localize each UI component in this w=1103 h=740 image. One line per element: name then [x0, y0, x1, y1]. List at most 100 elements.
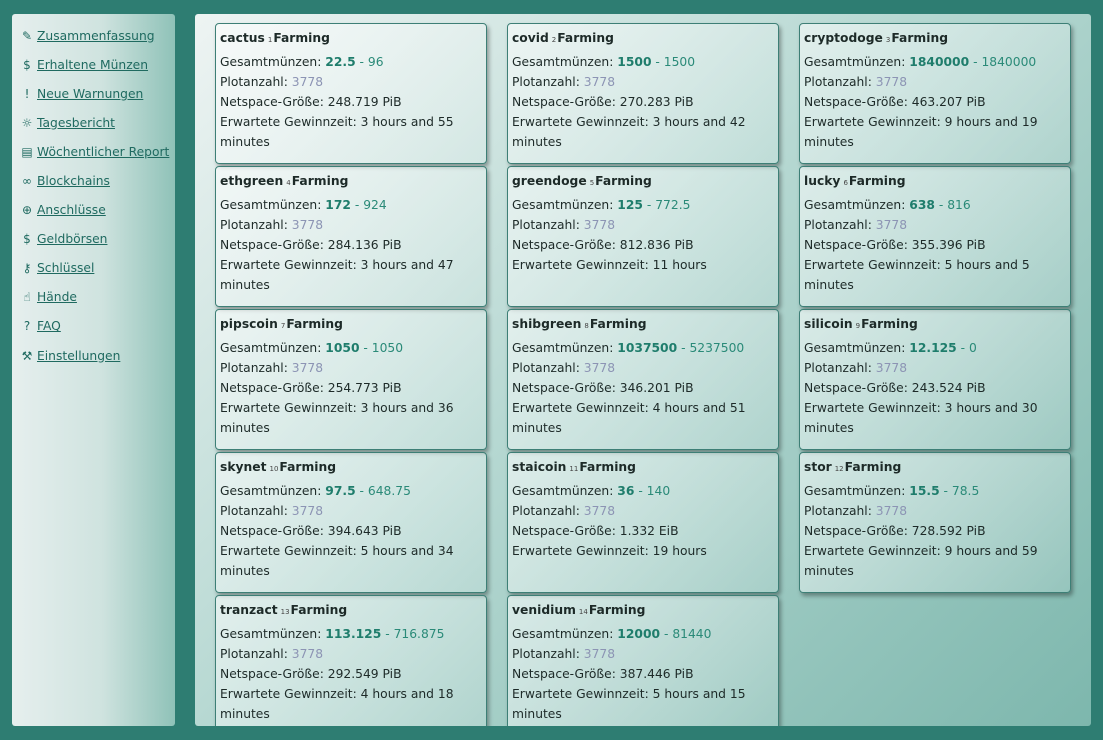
blockchain-name[interactable]: lucky: [804, 174, 840, 188]
netspace-label: Netspace-Größe:: [804, 524, 908, 538]
blockchain-card: cactus 1Farming Gesamtmünzen: 22.5 - 96 Plo…: [215, 23, 487, 164]
netspace-value: 728.592 PiB: [911, 524, 986, 538]
expected-win-time-label: Erwartete Gewinnzeit:: [220, 401, 357, 415]
plot-count-label: Plotanzahl:: [220, 218, 288, 232]
netspace-label: Netspace-Größe:: [512, 667, 616, 681]
alert-icon: !: [24, 86, 30, 101]
card-header: silicoin 9Farming: [804, 316, 1066, 334]
netspace-value: 394.643 PiB: [327, 524, 402, 538]
sidebar-item-neue-warnungen[interactable]: ! Neue Warnungen: [12, 79, 175, 108]
sidebar-item-wöchentlicher-report[interactable]: ▤ Wöchentlicher Report: [12, 137, 175, 166]
blockchain-index: 11: [569, 465, 579, 473]
expected-win-time-label: Erwartete Gewinnzeit:: [220, 115, 357, 129]
netspace-row: Netspace-Größe: 355.396 PiB: [804, 235, 1066, 255]
farming-status: Farming: [557, 31, 614, 45]
card-header: covid 2Farming: [512, 30, 774, 48]
expected-win-time-label: Erwartete Gewinnzeit:: [512, 687, 649, 701]
coins-separator: -: [651, 55, 664, 69]
expected-win-time-row: Erwartete Gewinnzeit: 9 hours and 19 min…: [804, 112, 1066, 152]
blockchain-name[interactable]: cactus: [220, 31, 265, 45]
blockchain-name[interactable]: venidium: [512, 603, 576, 617]
sidebar-item-erhaltene-münzen[interactable]: $ Erhaltene Münzen: [12, 50, 175, 79]
plot-count-value: 3778: [875, 504, 908, 518]
sidebar-item-geldbörsen[interactable]: $ Geldbörsen: [12, 225, 175, 254]
sidebar-item-label: Wöchentlicher Report: [37, 144, 170, 159]
blockchain-index: 8: [584, 322, 589, 330]
total-coins-alt-value: 648.75: [367, 484, 411, 498]
total-coins-label: Gesamtmünzen:: [512, 55, 614, 69]
plot-count-row: Plotanzahl: 3778: [220, 358, 482, 378]
total-coins-value: 1050: [325, 341, 360, 355]
blockchain-card: skynet 10Farming Gesamtmünzen: 97.5 - 648.…: [215, 452, 487, 593]
plot-count-row: Plotanzahl: 3778: [804, 72, 1066, 92]
total-coins-alt-value: 772.5: [655, 198, 691, 212]
blockchain-name[interactable]: greendoge: [512, 174, 587, 188]
sidebar-item-schlüssel[interactable]: ⚷ Schlüssel: [12, 254, 175, 283]
expected-win-time-row: Erwartete Gewinnzeit: 5 hours and 15 min…: [512, 684, 774, 724]
expected-win-time-label: Erwartete Gewinnzeit:: [220, 544, 357, 558]
coins-separator: -: [355, 484, 368, 498]
card-header: ethgreen 4Farming: [220, 173, 482, 191]
blockchain-name[interactable]: ethgreen: [220, 174, 283, 188]
netspace-label: Netspace-Größe:: [220, 381, 324, 395]
sidebar-item-label: Geldbörsen: [37, 232, 108, 247]
blockchain-name[interactable]: tranzact: [220, 603, 278, 617]
plot-count-value: 3778: [875, 218, 908, 232]
coins-separator: -: [660, 627, 673, 641]
card-header: tranzact 13Farming: [220, 602, 482, 620]
blockchain-name[interactable]: stor: [804, 460, 832, 474]
blockchain-name[interactable]: shibgreen: [512, 317, 581, 331]
total-coins-row: Gesamtmünzen: 1050 - 1050: [220, 338, 482, 358]
blockchain-name[interactable]: pipscoin: [220, 317, 278, 331]
total-coins-label: Gesamtmünzen:: [804, 341, 906, 355]
coins-separator: -: [677, 341, 690, 355]
total-coins-row: Gesamtmünzen: 125 - 772.5: [512, 195, 774, 215]
sidebar-item-label: Blockchains: [37, 174, 110, 189]
total-coins-label: Gesamtmünzen:: [512, 198, 614, 212]
netspace-row: Netspace-Größe: 254.773 PiB: [220, 378, 482, 398]
netspace-row: Netspace-Größe: 387.446 PiB: [512, 664, 774, 684]
blockchain-index: 6: [843, 179, 848, 187]
plot-count-row: Plotanzahl: 3778: [512, 358, 774, 378]
sidebar-item-label: Einstellungen: [37, 348, 121, 363]
blockchain-name[interactable]: covid: [512, 31, 549, 45]
expected-win-time-label: Erwartete Gewinnzeit:: [220, 687, 357, 701]
sidebar-item-blockchains[interactable]: ∞ Blockchains: [12, 166, 175, 195]
card-header: greendoge 5Farming: [512, 173, 774, 191]
sidebar-item-anschlüsse[interactable]: ⊕ Anschlüsse: [12, 196, 175, 225]
sidebar-item-tagesbericht[interactable]: ☼ Tagesbericht: [12, 108, 175, 137]
netspace-value: 243.524 PiB: [911, 381, 986, 395]
expected-win-time-label: Erwartete Gewinnzeit:: [512, 258, 649, 272]
total-coins-alt-value: 78.5: [951, 484, 980, 498]
total-coins-label: Gesamtmünzen:: [512, 484, 614, 498]
plot-count-row: Plotanzahl: 3778: [220, 215, 482, 235]
total-coins-label: Gesamtmünzen:: [220, 55, 322, 69]
blockchain-name[interactable]: skynet: [220, 460, 267, 474]
sidebar-item-faq[interactable]: ? FAQ: [12, 312, 175, 341]
netspace-row: Netspace-Größe: 728.592 PiB: [804, 521, 1066, 541]
total-coins-row: Gesamtmünzen: 15.5 - 78.5: [804, 481, 1066, 501]
blockchain-name[interactable]: staicoin: [512, 460, 566, 474]
total-coins-value: 1840000: [909, 55, 970, 69]
netspace-value: 355.396 PiB: [911, 238, 986, 252]
total-coins-row: Gesamtmünzen: 22.5 - 96: [220, 52, 482, 72]
plot-count-label: Plotanzahl:: [220, 504, 288, 518]
total-coins-row: Gesamtmünzen: 12000 - 81440: [512, 624, 774, 644]
blockchain-name[interactable]: cryptodoge: [804, 31, 883, 45]
coin-icon: $: [23, 57, 31, 72]
blockchain-card: stor 12Farming Gesamtmünzen: 15.5 - 78.5 Pl…: [799, 452, 1071, 593]
farming-status: Farming: [588, 603, 646, 617]
blockchain-card: tranzact 13Farming Gesamtmünzen: 113.125 -…: [215, 595, 487, 726]
sidebar-item-zusammenfassung[interactable]: ✎ Zusammenfassung: [12, 21, 175, 50]
expected-win-time-label: Erwartete Gewinnzeit:: [804, 544, 941, 558]
sidebar-item-einstellungen[interactable]: ⚒ Einstellungen: [12, 341, 175, 370]
sidebar-item-label: FAQ: [37, 319, 61, 334]
total-coins-label: Gesamtmünzen:: [804, 198, 906, 212]
blockchain-name[interactable]: silicoin: [804, 317, 853, 331]
blockchain-index: 5: [589, 179, 595, 187]
farming-status: Farming: [279, 460, 337, 474]
coins-separator: -: [359, 341, 372, 355]
total-coins-row: Gesamtmünzen: 1840000 - 1840000: [804, 52, 1066, 72]
sidebar-item-hände[interactable]: ☝ Hände: [12, 283, 175, 312]
total-coins-row: Gesamtmünzen: 1500 - 1500: [512, 52, 774, 72]
